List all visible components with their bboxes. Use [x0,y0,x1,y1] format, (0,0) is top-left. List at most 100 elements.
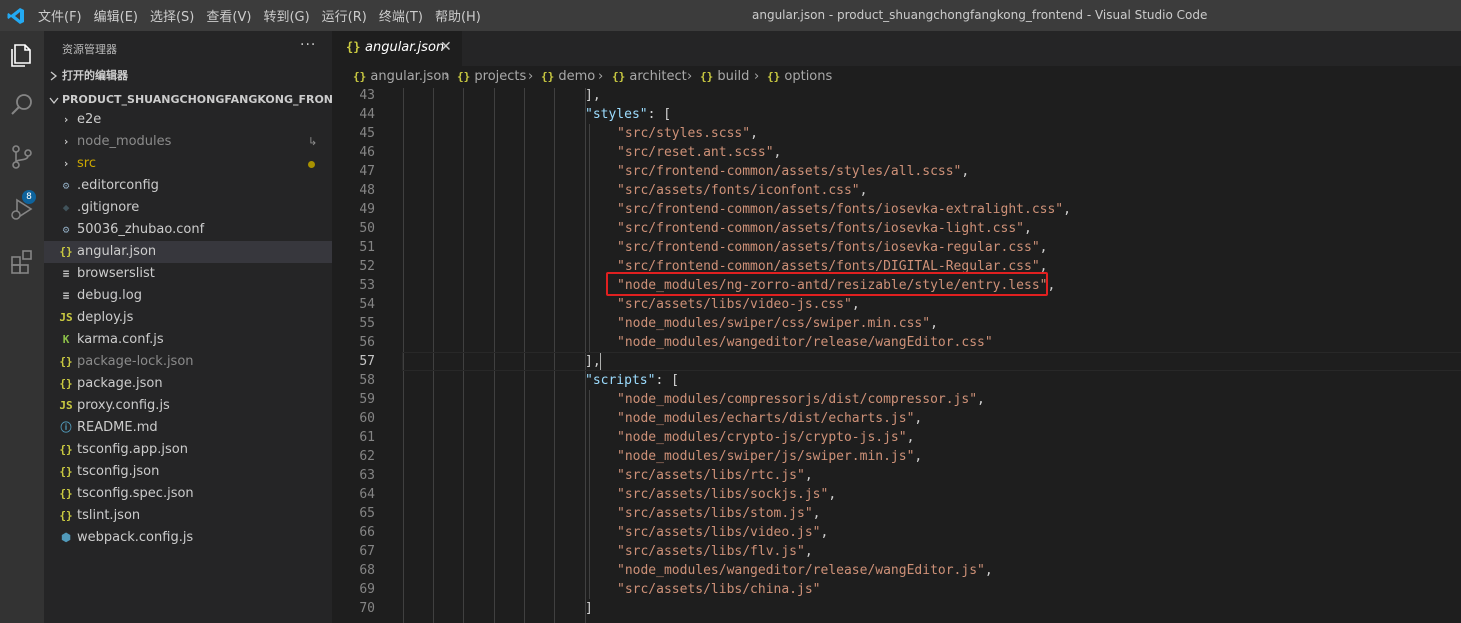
project-label: PRODUCT_SHUANGCHONGFANGKONG_FRONTEND [62,93,332,106]
tree-item-label: proxy.config.js [77,398,170,413]
tree-item-package-json[interactable]: {} package.json [44,373,332,395]
breadcrumb-label: architect [629,69,687,84]
breadcrumb-label: options [784,69,833,84]
breadcrumb-label: build [717,69,750,84]
json-icon: {} [59,245,73,258]
menu-edit[interactable]: 编辑(E) [94,6,138,25]
menu-go[interactable]: 转到(G) [263,6,309,25]
tree-item-karma-conf[interactable]: K karma.conf.js [44,329,332,351]
tree-item-label: package-lock.json [77,354,194,369]
line-code: "src/assets/libs/flv.js", [617,542,813,561]
tree-item-label: debug.log [77,288,142,303]
chevron-right-icon: › [598,69,604,84]
chevron-right-icon: › [62,157,70,170]
line-code: "src/assets/libs/video-js.css", [617,295,860,314]
breadcrumb-item[interactable]: {} architect [612,66,687,88]
tree-item-editorconfig[interactable]: ⚙ .editorconfig [44,175,332,197]
line-code: ], [585,352,601,371]
json-icon: {} [59,443,73,456]
line-number: 65 [359,506,375,521]
json-string: "src/frontend-common/assets/fonts/iosevk… [617,221,1024,236]
line-number: 55 [359,316,375,331]
tree-item-browserslist[interactable]: ≡ browserslist [44,263,332,285]
breadcrumb-item[interactable]: {} demo [541,66,595,88]
tree-item-readme[interactable]: ⓘ README.md [44,417,332,439]
karma-icon: K [62,333,70,346]
tab-angular-json[interactable]: {} angular.json ✕ [332,31,462,66]
search-icon[interactable] [6,89,38,121]
line-code: "src/assets/libs/stom.js", [617,504,821,523]
tree-item-tsconfig-spec[interactable]: {} tsconfig.spec.json [44,483,332,505]
tree-item-proxy-config[interactable]: JS proxy.config.js [44,395,332,417]
json-string: "node_modules/crypto-js/crypto-js.js" [617,430,907,445]
webpack-icon: ⬢ [61,531,71,544]
breadcrumb-item[interactable]: {} options [767,66,832,88]
breadcrumb-item[interactable]: {} angular.json [353,66,450,88]
line-number: 58 [359,373,375,388]
tree-item-tsconfig-app[interactable]: {} tsconfig.app.json [44,439,332,461]
line-code: "node_modules/swiper/css/swiper.min.css"… [617,314,938,333]
json-icon: {} [353,70,367,83]
tree-item-deploy-js[interactable]: JS deploy.js [44,307,332,329]
tree-item-e2e[interactable]: › e2e [44,109,332,131]
explorer-icon[interactable] [6,39,38,71]
json-punctuation: , [961,164,970,179]
tree-item-label: karma.conf.js [77,332,164,347]
open-editors-section[interactable]: 打开的编辑器 [44,65,332,87]
tree-item-package-lock[interactable]: {} package-lock.json [44,351,332,373]
tree-item-gitignore[interactable]: ◆ .gitignore [44,197,332,219]
menu-help[interactable]: 帮助(H) [435,6,481,25]
json-icon: {} [612,70,626,83]
breadcrumb-item[interactable]: {} projects [457,66,526,88]
line-number: 52 [359,259,375,274]
code-line: 59 "node_modules/compressorjs/dist/compre… [332,390,1461,409]
json-punctuation: , [820,525,829,540]
breadcrumb-label: demo [558,69,596,84]
tree-item-src[interactable]: › src [44,153,332,175]
close-icon[interactable]: ✕ [440,39,452,55]
extensions-icon[interactable] [6,245,38,277]
json-punctuation: ], [585,88,601,103]
json-string: "src/assets/libs/stom.js" [617,506,813,521]
line-code: "src/assets/libs/sockjs.js", [617,485,836,504]
tree-item-tsconfig[interactable]: {} tsconfig.json [44,461,332,483]
json-icon: {} [541,70,555,83]
line-code: "styles": [ [585,105,671,124]
menu-selection[interactable]: 选择(S) [150,6,194,25]
code-line: 50 "src/frontend-common/assets/fonts/iose… [332,219,1461,238]
code-line: 60 "node_modules/echarts/dist/echarts.js"… [332,409,1461,428]
menu-terminal[interactable]: 终端(T) [379,6,423,25]
source-control-icon[interactable] [6,141,38,173]
json-punctuation: , [773,145,782,160]
line-number: 48 [359,183,375,198]
tree-item-tslint[interactable]: {} tslint.json [44,505,332,527]
chevron-right-icon [50,71,58,81]
json-icon: {} [59,509,73,522]
tree-item-angular-json[interactable]: {} angular.json [44,241,332,263]
json-punctuation: , [930,316,938,331]
menu-run[interactable]: 运行(R) [322,6,367,25]
json-punctuation: , [984,563,993,578]
run-debug-icon[interactable] [6,193,38,225]
tree-item-label: 50036_zhubao.conf [77,222,205,237]
tree-item-conf[interactable]: ⚙ 50036_zhubao.conf [44,219,332,241]
json-punctuation: ], [585,354,601,369]
more-actions-button[interactable]: ··· [300,37,316,53]
line-number: 49 [359,202,375,217]
menu-file[interactable]: 文件(F) [38,6,82,25]
json-icon: {} [59,355,73,368]
tree-item-webpack-config[interactable]: ⬢ webpack.config.js [44,527,332,549]
code-line: 70] [332,599,1461,618]
tree-item-debug-log[interactable]: ≡ debug.log [44,285,332,307]
json-punctuation: , [1047,278,1056,293]
tree-item-label: README.md [77,420,158,435]
tree-item-node-modules[interactable]: › node_modules ↳ [44,131,332,153]
menu-view[interactable]: 查看(V) [206,6,251,25]
breadcrumb-item[interactable]: {} build [700,66,749,88]
line-code: "src/frontend-common/assets/styles/all.s… [617,162,969,181]
code-editor[interactable]: 43], 44 "styles": [45 "src/styles.scss", 46 "… [332,88,1461,623]
code-line: 51 "src/frontend-common/assets/fonts/iose… [332,238,1461,257]
project-section[interactable]: PRODUCT_SHUANGCHONGFANGKONG_FRONTEND [44,89,332,111]
text-cursor [600,353,601,370]
code-line: 47 "src/frontend-common/assets/styles/all… [332,162,1461,181]
